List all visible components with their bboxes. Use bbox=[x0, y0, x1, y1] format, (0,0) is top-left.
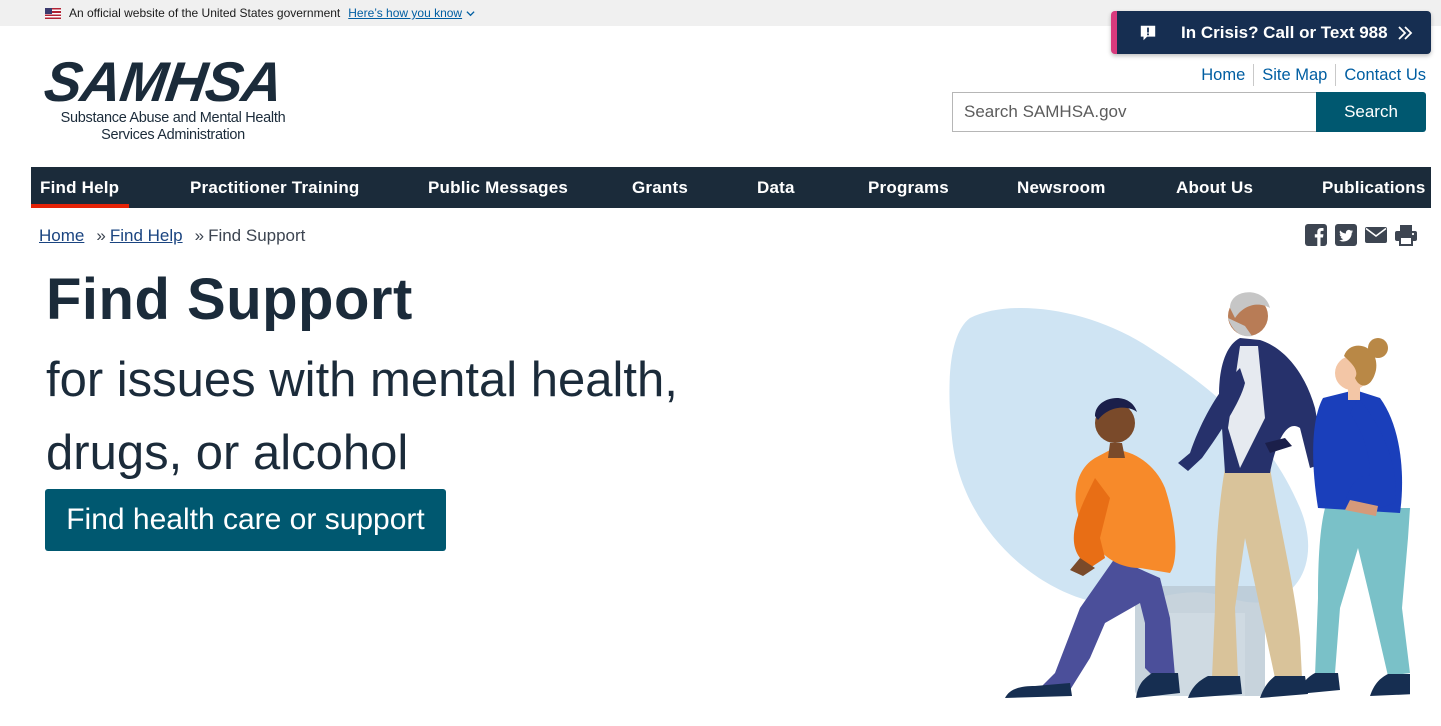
twitter-icon[interactable] bbox=[1334, 223, 1358, 247]
heres-how-you-know-label: Here’s how you know bbox=[348, 6, 463, 20]
chevron-down-icon bbox=[466, 10, 475, 16]
breadcrumb-separator: » bbox=[194, 226, 205, 245]
crisis-label: In Crisis? Call or Text 988 bbox=[1181, 22, 1388, 42]
facebook-icon[interactable] bbox=[1304, 223, 1328, 247]
site-search: Search bbox=[952, 92, 1426, 132]
heres-how-you-know-link[interactable]: Here’s how you know bbox=[348, 6, 475, 20]
breadcrumb: Home » Find Help » Find Support bbox=[39, 226, 305, 246]
gov-banner-text: An official website of the United States… bbox=[69, 6, 341, 20]
contact-us-link[interactable]: Contact Us bbox=[1336, 66, 1426, 85]
search-button[interactable]: Search bbox=[1316, 92, 1426, 132]
nav-item-publications[interactable]: Publications bbox=[1322, 167, 1425, 208]
alert-speech-bubble-icon bbox=[1140, 25, 1156, 40]
primary-nav: Find Help Practitioner Training Public M… bbox=[30, 167, 1431, 208]
samhsa-logo[interactable]: SAMHSA Substance Abuse and Mental Health… bbox=[41, 50, 301, 146]
email-icon[interactable] bbox=[1364, 223, 1388, 247]
logo-subtitle: Substance Abuse and Mental Health Servic… bbox=[45, 110, 301, 144]
nav-item-programs[interactable]: Programs bbox=[868, 167, 949, 208]
breadcrumb-find-help[interactable]: Find Help bbox=[110, 226, 183, 246]
logo-wordmark: SAMHSA bbox=[40, 50, 287, 113]
nav-item-practitioner-training[interactable]: Practitioner Training bbox=[190, 167, 360, 208]
page-title: Find Support bbox=[46, 267, 413, 332]
nav-item-data[interactable]: Data bbox=[757, 167, 795, 208]
page-subtitle: for issues with mental health, drugs, or… bbox=[46, 353, 678, 480]
print-icon[interactable] bbox=[1394, 223, 1418, 247]
nav-item-newsroom[interactable]: Newsroom bbox=[1017, 167, 1106, 208]
share-tools bbox=[1304, 223, 1418, 247]
nav-item-about-us[interactable]: About Us bbox=[1176, 167, 1253, 208]
nav-item-public-messages[interactable]: Public Messages bbox=[428, 167, 568, 208]
double-chevron-right-icon bbox=[1398, 25, 1413, 40]
breadcrumb-home[interactable]: Home bbox=[39, 226, 84, 246]
breadcrumb-separator: » bbox=[96, 226, 106, 245]
find-health-care-button[interactable]: Find health care or support bbox=[45, 489, 446, 551]
us-flag-icon bbox=[45, 7, 61, 19]
utility-links: Home Site Map Contact Us bbox=[1193, 64, 1426, 86]
home-link[interactable]: Home bbox=[1193, 66, 1253, 85]
nav-item-grants[interactable]: Grants bbox=[632, 167, 688, 208]
logo-subtitle-line2: Services Administration bbox=[101, 127, 245, 143]
people-support-illustration bbox=[949, 292, 1410, 698]
site-map-link[interactable]: Site Map bbox=[1254, 66, 1335, 85]
search-input[interactable] bbox=[952, 92, 1316, 132]
breadcrumb-current: Find Support bbox=[208, 226, 306, 245]
nav-item-find-help[interactable]: Find Help bbox=[30, 167, 130, 208]
crisis-call-button[interactable]: In Crisis? Call or Text 988 bbox=[1111, 11, 1431, 54]
